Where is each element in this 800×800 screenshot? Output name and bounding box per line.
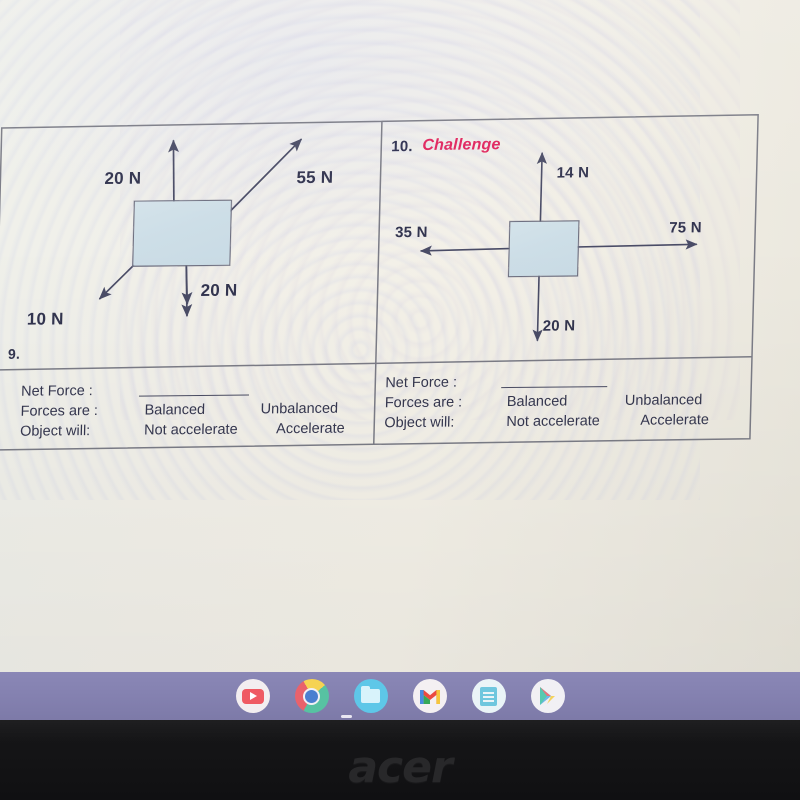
laptop-bezel: acer <box>0 720 800 800</box>
acer-logo: acer <box>348 742 452 793</box>
option-unbalanced[interactable]: Unbalanced <box>260 399 338 420</box>
problem-9-force-label-down: 20 N <box>200 280 238 301</box>
net-force-label: Net Force : <box>20 383 94 400</box>
youtube-icon[interactable] <box>235 679 270 713</box>
chrome-icon[interactable] <box>294 679 329 713</box>
problem-10-block <box>507 220 580 278</box>
option-unbalanced[interactable]: Unbalanced <box>625 390 703 411</box>
shelf-icon-row <box>0 672 800 720</box>
problem-10-force-label-up: 14 N <box>556 164 590 182</box>
play-store-glyph <box>540 687 555 705</box>
object-will-label: Object will: <box>384 414 455 432</box>
files-icon[interactable] <box>353 679 388 713</box>
document-glyph <box>480 686 497 706</box>
youtube-glyph <box>241 688 264 704</box>
folder-glyph <box>361 686 380 703</box>
option-not-accelerate[interactable]: Not accelerate <box>506 411 600 432</box>
gmail-envelope-icon <box>419 689 440 704</box>
forces-are-label: Forces are : <box>20 402 99 420</box>
problem-10-force-label-right: 75 N <box>669 219 702 237</box>
problem-9-block <box>132 199 232 267</box>
problem-10-number: 10. <box>391 138 413 156</box>
play-triangle-icon <box>250 692 257 700</box>
option-balanced[interactable]: Balanced <box>507 391 568 412</box>
problem-9-force-label-down-left: 10 N <box>26 309 64 329</box>
option-not-accelerate[interactable]: Not accelerate <box>144 420 238 441</box>
chromeos-shelf[interactable] <box>0 672 800 720</box>
problem-10-answer-block: Net Force : Forces are : Balanced Unbala… <box>384 370 742 433</box>
problem-10-force-label-down: 20 N <box>542 317 576 335</box>
object-will-row: Object will: Not accelerate Accelerate <box>384 410 741 433</box>
net-force-input-line[interactable] <box>501 386 608 389</box>
laptop-screen: 20 N 55 N 20 N 10 N 9. 10. Challenge 14 … <box>0 0 800 672</box>
problem-10-force-label-left: 35 N <box>394 223 428 242</box>
net-force-input-line[interactable] <box>138 394 250 397</box>
option-accelerate[interactable]: Accelerate <box>276 419 345 440</box>
object-will-label: Object will: <box>19 423 91 440</box>
problem-9-answer-block: Net Force : Forces are : Balanced Unbala… <box>20 378 372 441</box>
forces-are-label: Forces are : <box>384 394 463 412</box>
active-app-indicator <box>341 715 352 718</box>
gmail-icon[interactable] <box>412 679 447 713</box>
net-force-label: Net Force : <box>385 374 458 392</box>
docs-icon[interactable] <box>471 679 506 713</box>
object-will-row: Object will: Not accelerate Accelerate <box>20 418 371 441</box>
problem-9-force-label-up: 20 N <box>104 168 142 188</box>
option-accelerate[interactable]: Accelerate <box>640 410 709 431</box>
play-store-icon[interactable] <box>530 679 565 713</box>
chrome-center-icon <box>303 687 320 705</box>
problem-10-title: Challenge <box>422 136 501 154</box>
option-balanced[interactable]: Balanced <box>144 400 205 421</box>
problem-9-force-label-up-right: 55 N <box>296 167 334 188</box>
worksheet-table: 20 N 55 N 20 N 10 N 9. 10. Challenge 14 … <box>0 111 760 452</box>
screenshot-root: 20 N 55 N 20 N 10 N 9. 10. Challenge 14 … <box>0 0 800 800</box>
problem-9-number: 9. <box>7 345 21 362</box>
